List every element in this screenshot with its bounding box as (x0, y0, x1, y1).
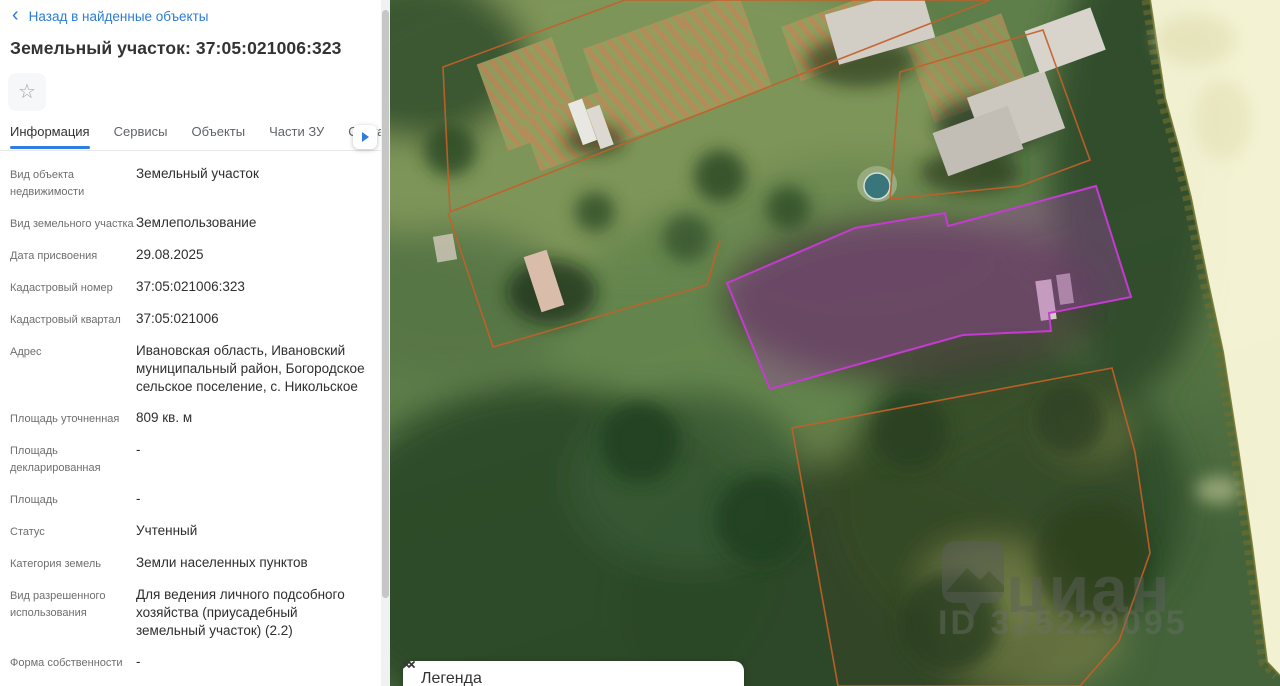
back-link[interactable]: ‹ Назад в найденные объекты (0, 0, 390, 26)
attr-value: 37:05:021006 (136, 311, 219, 326)
attr-value: - (136, 491, 141, 506)
info-row: Вид земельного участка Землепользование (10, 214, 368, 233)
map-canvas[interactable]: циан ID 325229095 Легенда (390, 0, 1280, 686)
star-icon: ☆ (18, 81, 36, 103)
tab-information[interactable]: Информация (10, 124, 90, 149)
attr-value: 29.08.2025 (136, 247, 204, 262)
attr-value: - (136, 654, 141, 669)
attr-label: Вид разрешенного использования (10, 590, 106, 619)
parcel-info-sidebar: ‹ Назад в найденные объекты Земельный уч… (0, 0, 390, 686)
chevron-left-icon: ‹ (12, 4, 19, 26)
attr-label: Площадь декларированная (10, 445, 101, 474)
attr-label: Площадь (10, 494, 58, 506)
attr-value: 809 кв. м (136, 410, 193, 425)
attr-label: Кадастровый номер (10, 282, 113, 294)
watermark: циан ID 325229095 (938, 541, 1188, 642)
sidebar-scrollbar-track (381, 0, 390, 686)
cadastral-map-app: ‹ Назад в найденные объекты Земельный уч… (0, 0, 1280, 686)
attr-value: - (136, 442, 141, 457)
attr-value: 37:05:021006:323 (136, 279, 245, 294)
info-row: Вид разрешенного использования Для веден… (10, 586, 368, 640)
info-row: Площадь - (10, 490, 368, 509)
attr-label: Дата присвоения (10, 250, 98, 262)
info-row: Площадь декларированная - (10, 441, 368, 477)
satellite-imagery: циан ID 325229095 (390, 0, 1280, 686)
attr-value: Земельный участок (136, 166, 259, 181)
chevron-down-icon (403, 661, 415, 668)
attr-label: Вид объекта недвижимости (10, 169, 85, 198)
attr-label: Вид земельного участка (10, 218, 134, 230)
satellite-map-svg: циан ID 325229095 (390, 0, 1280, 686)
attr-label: Категория земель (10, 558, 101, 570)
legend-label: Легенда (421, 670, 482, 686)
legend-panel: Легенда (403, 661, 744, 686)
info-row: Дата присвоения 29.08.2025 (10, 246, 368, 265)
info-row: Площадь уточненная 809 кв. м (10, 409, 368, 428)
favorite-button[interactable]: ☆ (8, 73, 46, 111)
attr-label: Статус (10, 526, 45, 538)
attr-value: Для ведения личного подсобного хозяйства… (136, 587, 345, 638)
attr-value: Землепользование (136, 215, 257, 230)
triangle-right-icon (361, 132, 369, 142)
tabs-scroll-right-button[interactable] (353, 125, 377, 149)
tab-bar: Информация Сервисы Объекты Части ЗУ Сост… (0, 124, 390, 151)
page-title: Земельный участок: 37:05:021006:323 (10, 38, 342, 58)
info-row: Адрес Ивановская область, Ивановский мун… (10, 342, 368, 396)
info-row: Вид объекта недвижимости Земельный участ… (10, 165, 368, 201)
sidebar-scrollbar-thumb[interactable] (382, 10, 389, 598)
info-row: Категория земель Земли населенных пункто… (10, 554, 368, 573)
tab-objects[interactable]: Объекты (191, 124, 245, 148)
attr-label: Кадастровый квартал (10, 314, 121, 326)
info-row: Кадастровый номер 37:05:021006:323 (10, 278, 368, 297)
info-row: Статус Учтенный (10, 522, 368, 541)
attr-value: Земли населенных пунктов (136, 555, 308, 570)
attr-label: Адрес (10, 346, 42, 358)
tab-services[interactable]: Сервисы (114, 124, 168, 148)
attr-label: Форма собственности (10, 657, 123, 669)
back-link-label: Назад в найденные объекты (28, 8, 209, 24)
info-row: Форма собственности - (10, 653, 368, 672)
attr-value: Ивановская область, Ивановский муниципал… (136, 343, 365, 394)
info-row: Кадастровый квартал 37:05:021006 (10, 310, 368, 329)
watermark-id: ID 325229095 (938, 604, 1188, 642)
attr-label: Площадь уточненная (10, 413, 120, 425)
tab-parcel-parts[interactable]: Части ЗУ (269, 124, 324, 148)
attr-value: Учтенный (136, 523, 198, 538)
parcel-attributes: Вид объекта недвижимости Земельный участ… (0, 151, 390, 672)
